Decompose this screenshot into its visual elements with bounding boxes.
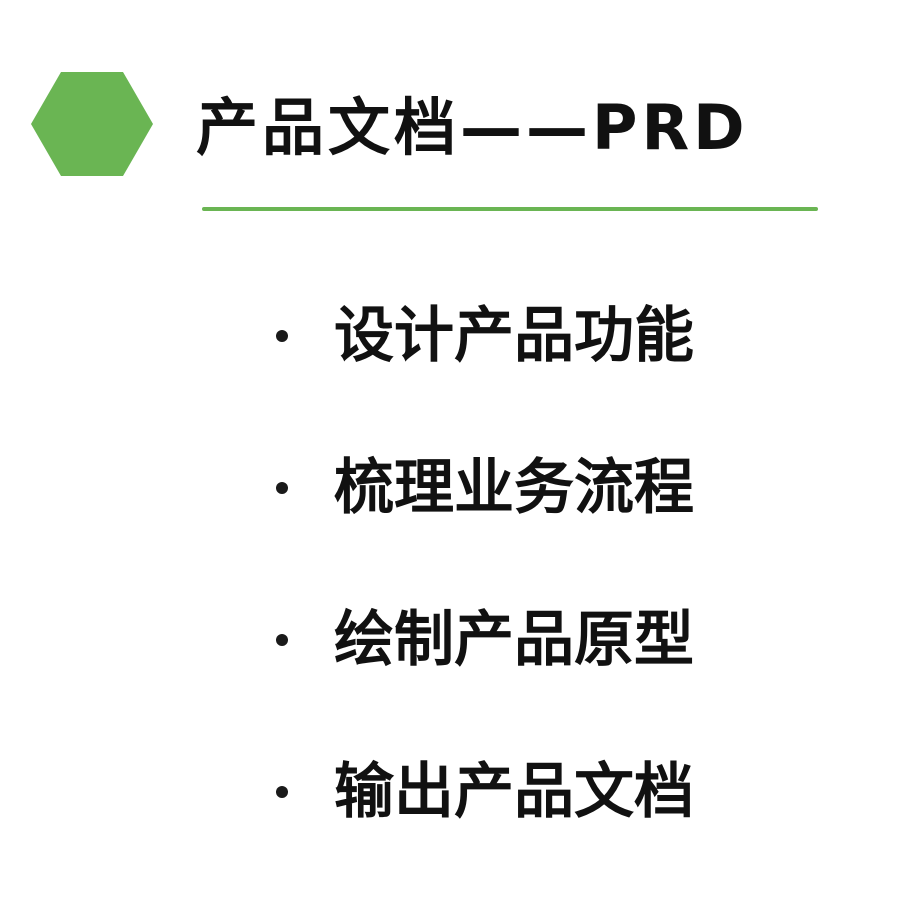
list-item: 输出产品文档	[276, 750, 694, 834]
page-title: 产品文档——PRD	[196, 91, 749, 164]
bullet-text: 绘制产品原型	[334, 605, 694, 675]
hexagon-icon	[31, 72, 153, 176]
list-item: 绘制产品原型	[276, 598, 694, 682]
bullet-text: 梳理业务流程	[334, 453, 694, 523]
bullet-text: 输出产品文档	[334, 757, 694, 827]
list-item: 设计产品功能	[276, 294, 694, 378]
title-divider	[202, 207, 818, 211]
bullet-dot-icon	[276, 634, 288, 646]
hexagon-shape	[31, 72, 153, 176]
bullet-text: 设计产品功能	[334, 301, 694, 371]
bullet-dot-icon	[276, 482, 288, 494]
list-item: 梳理业务流程	[276, 446, 694, 530]
slide: 产品文档——PRD 设计产品功能 梳理业务流程 绘制产品原型 输出产品文档	[0, 0, 906, 910]
bullet-list: 设计产品功能 梳理业务流程 绘制产品原型 输出产品文档	[276, 294, 694, 834]
bullet-dot-icon	[276, 330, 288, 342]
bullet-dot-icon	[276, 786, 288, 798]
